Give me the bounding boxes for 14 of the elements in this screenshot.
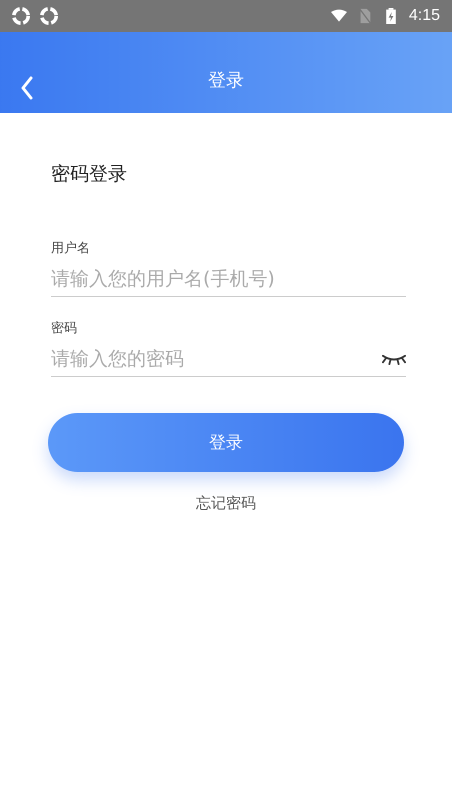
input-field[interactable]: 请输入您的密码 <box>51 341 406 377</box>
page-heading: 密码登录 <box>51 162 128 187</box>
closed-eye-icon[interactable] <box>382 353 406 366</box>
input-field[interactable]: 请输入您的用户名(手机号) <box>51 261 406 297</box>
header-title: 登录 <box>208 68 244 92</box>
login-button[interactable]: 登录 <box>48 413 404 472</box>
field-label: 密码 <box>51 320 78 337</box>
sync-icon <box>40 7 58 25</box>
clock-time: 4:15 <box>408 7 440 25</box>
forgot-password-link[interactable]: 忘记密码 <box>196 494 256 513</box>
wifi-icon <box>330 8 347 24</box>
sync-icon <box>12 7 30 25</box>
field-label: 用户名 <box>51 240 91 257</box>
back-icon[interactable] <box>20 76 34 100</box>
